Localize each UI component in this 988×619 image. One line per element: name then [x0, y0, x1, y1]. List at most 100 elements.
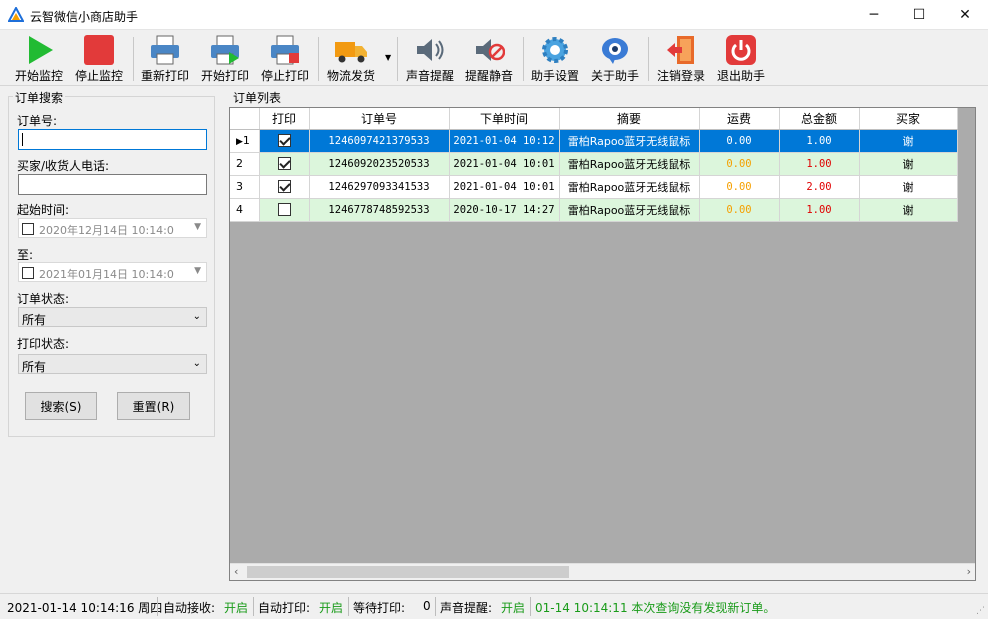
col-header-freight[interactable]: 运费 [699, 108, 780, 130]
mute-icon [476, 39, 505, 61]
about-label: 关于助手 [590, 69, 639, 83]
col-header-total[interactable]: 总金额 [779, 108, 860, 130]
order-no-cell[interactable]: 1246778748592533 [309, 198, 450, 222]
ship-dropdown-arrow-icon[interactable]: ▼ [385, 53, 391, 62]
chevron-down-icon[interactable]: ▼ [194, 222, 201, 232]
row-header[interactable]: 4 [230, 198, 260, 222]
maximize-button[interactable]: ☐ [896, 0, 942, 30]
chevron-down-icon[interactable]: ▼ [194, 266, 201, 276]
print-checkbox[interactable] [277, 180, 291, 194]
start-time-checkbox[interactable] [22, 223, 34, 235]
title-bar: 云智微信小商店助手 ─ ☐ ✕ [0, 0, 988, 30]
table-row[interactable]: ▶1 1246097421379533 2021-01-04 10:12 雷柏R… [230, 129, 958, 153]
toolbar-separator [133, 37, 134, 81]
end-time-picker[interactable]: 2021年01月14日 10:14:0 ▼ [18, 262, 207, 282]
window-title: 云智微信小商店助手 [30, 10, 139, 24]
row-header[interactable]: 2 [230, 152, 260, 176]
order-time-cell[interactable]: 2021-01-04 10:12 [449, 129, 560, 153]
print-cell[interactable] [259, 129, 310, 153]
close-button[interactable]: ✕ [942, 0, 988, 30]
freight-cell[interactable]: 0.00 [699, 175, 780, 199]
order-status-select[interactable]: 所有 ⌄ [18, 307, 207, 327]
start-time-picker[interactable]: 2020年12月14日 10:14:0 ▼ [18, 218, 207, 238]
summary-cell[interactable]: 雷柏Rapoo蓝牙无线鼠标 [559, 198, 700, 222]
reprint-button[interactable]: 重新打印 [138, 33, 192, 85]
summary-cell[interactable]: 雷柏Rapoo蓝牙无线鼠标 [559, 175, 700, 199]
horizontal-scrollbar[interactable]: ‹ › [230, 563, 975, 580]
order-no-cell[interactable]: 1246297093341533 [309, 175, 450, 199]
end-time-checkbox[interactable] [22, 267, 34, 279]
toolbar: 开始监控 停止监控 重新打印 开始打印 停止打印 物流发货 ▼ 声音提醒 提醒静… [0, 31, 988, 86]
exit-label: 退出助手 [716, 69, 765, 83]
summary-cell[interactable]: 雷柏Rapoo蓝牙无线鼠标 [559, 152, 700, 176]
freight-cell[interactable]: 0.00 [699, 129, 780, 153]
start-print-button[interactable]: 开始打印 [198, 33, 252, 85]
settings-label: 助手设置 [530, 69, 579, 83]
mute-alert-label: 提醒静音 [464, 69, 513, 83]
auto-receive-label: 自动接收: [163, 601, 216, 615]
total-cell[interactable]: 1.00 [779, 152, 860, 176]
stop-monitor-button[interactable]: 停止监控 [72, 33, 126, 85]
order-time-cell[interactable]: 2021-01-04 10:01 [449, 175, 560, 199]
logout-button[interactable]: 注销登录 [654, 33, 708, 85]
sound-alert-button[interactable]: 声音提醒 [403, 33, 457, 85]
freight-cell[interactable]: 0.00 [699, 152, 780, 176]
print-checkbox[interactable] [277, 203, 291, 217]
print-status-select[interactable]: 所有 ⌄ [18, 354, 207, 374]
app-logo-icon [8, 7, 24, 22]
mute-alert-button[interactable]: 提醒静音 [462, 33, 516, 85]
phone-label: 买家/收货人电话: [17, 159, 110, 173]
ship-button[interactable]: 物流发货 [324, 33, 378, 85]
stop-print-button[interactable]: 停止打印 [258, 33, 312, 85]
phone-input[interactable] [18, 174, 207, 195]
play-icon [29, 36, 53, 64]
col-header-order-no[interactable]: 订单号 [309, 108, 450, 130]
truck-icon [335, 42, 367, 63]
table-row[interactable]: 4 1246778748592533 2020-10-17 14:27 雷柏Ra… [230, 198, 958, 222]
row-header[interactable]: 3 [230, 175, 260, 199]
col-header-buyer[interactable]: 买家 [859, 108, 958, 130]
order-time-cell[interactable]: 2021-01-04 10:01 [449, 152, 560, 176]
order-no-input[interactable] [18, 129, 207, 150]
summary-cell[interactable]: 雷柏Rapoo蓝牙无线鼠标 [559, 129, 700, 153]
table-row[interactable]: 3 1246297093341533 2021-01-04 10:01 雷柏Ra… [230, 175, 958, 199]
order-no-cell[interactable]: 1246097421379533 [309, 129, 450, 153]
row-header[interactable]: ▶1 [230, 129, 260, 153]
print-cell[interactable] [259, 198, 310, 222]
print-cell[interactable] [259, 152, 310, 176]
buyer-cell[interactable]: 谢 [859, 198, 958, 222]
freight-cell[interactable]: 0.00 [699, 198, 780, 222]
reset-button[interactable]: 重置(R) [117, 392, 190, 420]
buyer-cell[interactable]: 谢 [859, 152, 958, 176]
settings-button[interactable]: 助手设置 [528, 33, 582, 85]
search-button[interactable]: 搜索(S) [25, 392, 97, 420]
buyer-cell[interactable]: 谢 [859, 129, 958, 153]
print-cell[interactable] [259, 175, 310, 199]
order-grid: 打印 订单号 下单时间 摘要 运费 总金额 买家 ▶1 124609742137… [229, 107, 976, 581]
minimize-button[interactable]: ─ [851, 0, 897, 30]
order-time-cell[interactable]: 2020-10-17 14:27 [449, 198, 560, 222]
exit-button[interactable]: 退出助手 [714, 33, 768, 85]
print-checkbox[interactable] [277, 157, 291, 171]
start-monitor-button[interactable]: 开始监控 [12, 33, 66, 85]
print-checkbox[interactable] [277, 134, 291, 148]
scroll-left-icon[interactable]: ‹ [234, 565, 238, 578]
total-cell[interactable]: 1.00 [779, 129, 860, 153]
order-search-title: 订单搜索 [13, 89, 66, 106]
current-row-arrow-icon: ▶ [236, 137, 243, 147]
col-header-summary[interactable]: 摘要 [559, 108, 700, 130]
resize-grip-icon[interactable]: ⋰ [976, 606, 985, 616]
total-cell[interactable]: 1.00 [779, 198, 860, 222]
total-cell[interactable]: 2.00 [779, 175, 860, 199]
print-status-label: 打印状态: [17, 337, 70, 351]
buyer-cell[interactable]: 谢 [859, 175, 958, 199]
col-header-print[interactable]: 打印 [259, 108, 310, 130]
table-row[interactable]: 2 1246092023520533 2021-01-04 10:01 雷柏Ra… [230, 152, 958, 176]
scrollbar-thumb[interactable] [247, 566, 569, 578]
about-button[interactable]: 关于助手 [588, 33, 642, 85]
sound-alert-status-value: 开启 [501, 601, 526, 615]
scroll-right-icon[interactable]: › [967, 565, 971, 578]
col-header-order-time[interactable]: 下单时间 [449, 108, 560, 130]
status-message: 01-14 10:14:11 本次查询没有发现新订单。 [535, 601, 776, 615]
order-no-cell[interactable]: 1246092023520533 [309, 152, 450, 176]
